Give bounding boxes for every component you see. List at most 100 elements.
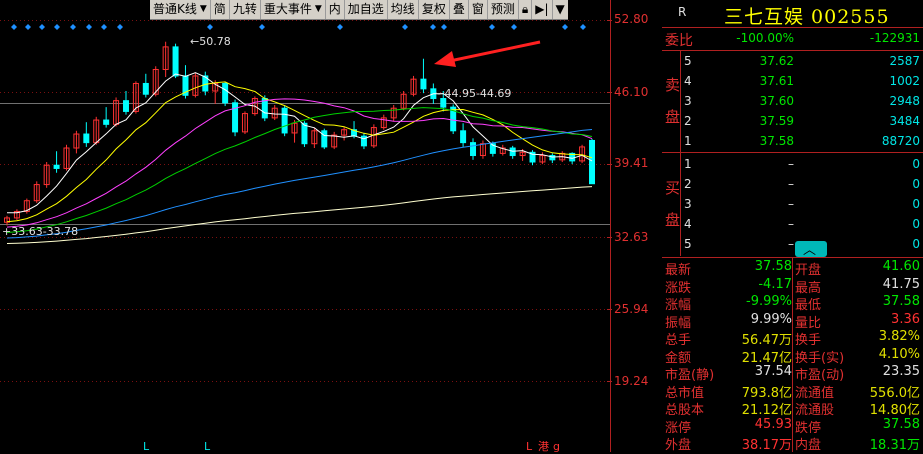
bid-volume: 0: [912, 217, 920, 231]
stat-value: 38.17万: [741, 438, 792, 453]
chevron-down-icon: ▼: [314, 4, 322, 14]
event-marker-icon: [70, 24, 76, 30]
stat-divider-vertical: [792, 258, 793, 452]
adjust-label: 复权: [421, 2, 446, 16]
stat-label: 换手: [795, 333, 822, 348]
candle-body: [172, 46, 179, 77]
stat-label: 振幅: [665, 315, 692, 331]
candle-body: [222, 82, 229, 104]
divider: [662, 152, 923, 153]
ma10-line: [6, 81, 593, 223]
add-watchlist-label: 加自选: [347, 2, 384, 16]
price-axis-label: 39.41: [614, 156, 649, 170]
stat-label: 最低: [795, 298, 822, 313]
ask-price: 37.59: [759, 114, 794, 128]
expand-right-button[interactable]: ▶|: [532, 0, 553, 19]
ask-row[interactable]: 4 37.61 1002: [662, 72, 923, 92]
overlay-button[interactable]: 叠: [450, 0, 469, 19]
stat-value: 56.47万: [741, 333, 792, 348]
candle-body: [281, 107, 288, 134]
candle-body: [460, 130, 467, 144]
market-tag: R: [678, 5, 687, 19]
ask-price: 37.60: [759, 94, 794, 108]
ask-volume: 2948: [889, 94, 920, 108]
lock-button[interactable]: 🔒︎: [519, 0, 533, 19]
candle-body: [103, 119, 110, 125]
bid-row[interactable]: 3 – 0: [662, 195, 923, 215]
stat-label: 流通值: [795, 385, 835, 401]
ask-price: 37.58: [759, 134, 794, 148]
candle-body: [470, 142, 477, 157]
ask-row[interactable]: 1 37.58 88720: [662, 132, 923, 152]
candle-body: [321, 130, 328, 148]
stat-label: 外盘: [665, 438, 692, 453]
major-events-dropdown[interactable]: 重大事件 ▼: [261, 0, 326, 19]
bid-row[interactable]: 1 – 0: [662, 155, 923, 175]
low-price-label: +33.63-33.78: [2, 225, 78, 238]
event-marker-icon: [39, 24, 45, 30]
stat-value: 21.12亿: [741, 403, 792, 418]
bid-row[interactable]: 5 – 0: [662, 235, 923, 255]
candle-body: [509, 147, 516, 157]
ask-row[interactable]: 5 37.62 2587: [662, 52, 923, 72]
adjust-button[interactable]: 复权: [419, 0, 450, 19]
bottom-marker: 港: [538, 440, 549, 452]
stat-label: 开盘: [795, 263, 822, 278]
window-button[interactable]: 窗: [469, 0, 488, 19]
candle-body: [301, 122, 308, 145]
moving-average-label: 均线: [390, 2, 415, 16]
arrow-right-bar-icon: ▶|: [535, 2, 549, 16]
inner-button[interactable]: 内: [326, 0, 345, 19]
forecast-button[interactable]: 预测: [488, 0, 519, 19]
add-watchlist-button[interactable]: 加自选: [345, 0, 388, 19]
weibi-pct: -100.00%: [736, 31, 794, 45]
stat-value: -4.17: [758, 276, 792, 292]
bid-volume: 0: [912, 197, 920, 211]
bid-price: –: [788, 217, 794, 231]
bid-price: –: [788, 177, 794, 191]
bottom-marker: g: [553, 440, 560, 452]
moving-average-button[interactable]: 均线: [388, 0, 419, 19]
toolbar-more-dropdown[interactable]: ▼: [553, 0, 568, 19]
ask-level: 1: [684, 134, 692, 148]
major-events-label: 重大事件: [263, 2, 312, 16]
stat-value: 556.0亿: [869, 385, 920, 401]
ask-volume: 2587: [889, 54, 920, 68]
nine-turn-button[interactable]: 九转: [230, 0, 261, 19]
stat-label: 涨幅: [665, 298, 692, 313]
ask-row[interactable]: 3 37.60 2948: [662, 92, 923, 112]
stock-title: 三七互娱 002555: [724, 6, 890, 28]
stat-value: 45.93: [754, 416, 792, 432]
stat-label: 市盈(静): [665, 368, 715, 383]
kline-type-dropdown[interactable]: 普通K线 ▼: [150, 0, 211, 19]
stat-label: 涨跌: [665, 280, 692, 296]
ma20-line: [6, 98, 593, 228]
overlay-label: 叠: [452, 2, 465, 16]
kline-chart[interactable]: ←50.78 +33.63-33.78- 44.95-44.69 L L L 港 g: [0, 0, 612, 452]
stat-label: 换手(实): [795, 350, 845, 366]
bid-row[interactable]: 4 – 0: [662, 215, 923, 235]
stat-value: 37.58: [882, 294, 920, 309]
event-marker-icon: [54, 24, 60, 30]
ask-level: 5: [684, 54, 692, 68]
range-label: - 44.95-44.69: [437, 87, 511, 100]
simple-button[interactable]: 简: [211, 0, 230, 19]
stat-value: 14.80亿: [869, 403, 920, 418]
bid-price: –: [788, 157, 794, 171]
stat-value: 9.99%: [750, 311, 792, 327]
ma60-line: [6, 129, 593, 239]
price-axis-label: 46.10: [614, 85, 649, 99]
stat-value: 18.31万: [869, 438, 920, 453]
candle-body: [589, 139, 595, 185]
scroll-up-button[interactable]: ︿: [795, 241, 827, 258]
bid-row[interactable]: 2 – 0: [662, 175, 923, 195]
lock-icon: 🔒︎: [521, 2, 529, 16]
kline-chart-svg[interactable]: ←50.78+33.63-33.78- 44.95-44.69L L L 港 g: [0, 0, 612, 452]
stat-label: 总手: [665, 333, 692, 348]
event-marker-icon: [25, 24, 31, 30]
chevron-down-icon: ▼: [555, 2, 565, 16]
ask-row[interactable]: 2 37.59 3484: [662, 112, 923, 132]
chevron-up-icon: ︿: [803, 243, 817, 258]
stat-value: 793.8亿: [741, 385, 792, 401]
weibi-row: 委比 -100.00% -122931: [662, 29, 923, 49]
